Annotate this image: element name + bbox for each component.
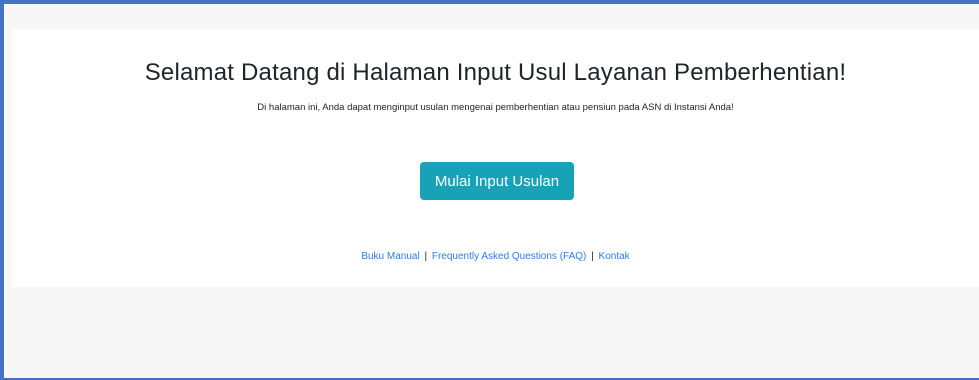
page-title: Selamat Datang di Halaman Input Usul Lay… xyxy=(144,59,847,86)
contact-link[interactable]: Kontak xyxy=(599,251,630,262)
welcome-card: Selamat Datang di Halaman Input Usul Lay… xyxy=(12,29,979,287)
page-subtitle: Di halaman ini, Anda dapat menginput usu… xyxy=(257,102,734,113)
top-bar xyxy=(4,4,979,28)
page-frame: Selamat Datang di Halaman Input Usul Lay… xyxy=(0,0,979,380)
manual-link[interactable]: Buku Manual xyxy=(361,251,419,262)
link-separator: | xyxy=(424,251,428,262)
left-gutter xyxy=(4,28,12,380)
start-input-button[interactable]: Mulai Input Usulan xyxy=(420,162,574,200)
footer-links: Buku Manual | Frequently Asked Questions… xyxy=(12,251,979,262)
faq-link[interactable]: Frequently Asked Questions (FAQ) xyxy=(432,251,587,262)
link-separator: | xyxy=(591,251,594,262)
